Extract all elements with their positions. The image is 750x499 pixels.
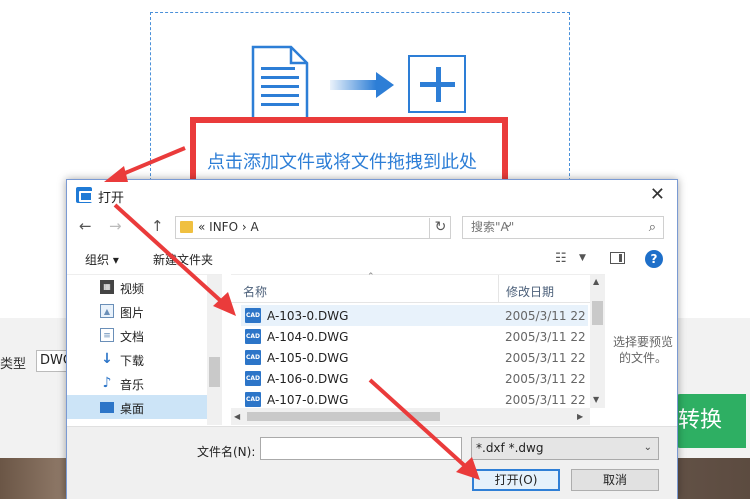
filename-label: 文件名(N): bbox=[197, 445, 256, 459]
column-header-date[interactable]: 修改日期 bbox=[498, 275, 554, 303]
up-arrow-icon[interactable]: ↑ bbox=[151, 217, 164, 235]
help-icon[interactable]: ? bbox=[645, 250, 663, 268]
scroll-left-icon[interactable]: ◀ bbox=[234, 412, 240, 421]
type-label: 类型 bbox=[0, 357, 27, 372]
dialog-titlebar[interactable]: 打开 ✕ bbox=[67, 180, 677, 210]
file-type-select[interactable]: *.dxf *.dwg ⌄ bbox=[471, 437, 659, 460]
navigation-bar: ← → ⌄ ↑ « INFO › A ⌄ ↻ ⌕ bbox=[67, 210, 677, 244]
dialog-app-icon bbox=[76, 187, 93, 203]
column-header: ⌃ 名称 修改日期 bbox=[231, 272, 605, 303]
back-arrow-icon[interactable]: ← bbox=[79, 217, 92, 235]
vertical-scrollbar-thumb[interactable] bbox=[592, 301, 603, 325]
document-icon: ≡ bbox=[100, 328, 114, 342]
convert-button[interactable]: 转换 bbox=[676, 394, 746, 448]
video-icon: ▦ bbox=[100, 280, 114, 294]
file-date: 2005/3/11 22:5 bbox=[505, 372, 587, 386]
document-icon bbox=[251, 45, 309, 121]
file-name: A-105-0.DWG bbox=[267, 351, 349, 365]
file-date: 2005/3/11 22:5 bbox=[505, 351, 587, 365]
file-row[interactable]: CAD A-106-0.DWG 2005/3/11 22:5 bbox=[241, 368, 588, 389]
file-name: A-106-0.DWG bbox=[267, 372, 349, 386]
nav-item-documents[interactable]: ≡ 文档 bbox=[67, 323, 207, 347]
view-dropdown-icon[interactable]: ▼ bbox=[579, 253, 586, 263]
file-name: A-104-0.DWG bbox=[267, 330, 349, 344]
chevron-down-icon: ⌄ bbox=[643, 442, 652, 453]
scroll-up-icon[interactable]: ▲ bbox=[593, 277, 599, 286]
file-type-value: *.dxf *.dwg bbox=[476, 441, 544, 455]
column-header-name[interactable]: 名称 bbox=[243, 283, 267, 300]
nav-item-label: 视频 bbox=[120, 282, 145, 296]
nav-item-downloads[interactable]: ↓ 下载 bbox=[67, 347, 207, 371]
refresh-icon[interactable]: ↻ bbox=[429, 218, 451, 239]
preview-pane-icon[interactable] bbox=[610, 252, 625, 264]
file-date: 2005/3/11 22:5 bbox=[505, 309, 587, 323]
address-path[interactable]: « INFO › A bbox=[198, 220, 259, 234]
cad-file-icon: CAD bbox=[245, 350, 261, 365]
view-options-icon[interactable]: ☷ bbox=[555, 251, 567, 266]
open-file-dialog: 打开 ✕ ← → ⌄ ↑ « INFO › A ⌄ ↻ ⌕ 组织 ▾ 新建文件夹… bbox=[66, 179, 678, 499]
filename-input[interactable] bbox=[260, 437, 462, 460]
nav-scrollbar-thumb[interactable] bbox=[209, 357, 220, 387]
nav-item-music[interactable]: ♪ 音乐 bbox=[67, 371, 207, 395]
file-list: ⌃ 名称 修改日期 CAD A-103-0.DWG 2005/3/11 22:5… bbox=[231, 272, 605, 425]
horizontal-scrollbar-thumb[interactable] bbox=[247, 412, 440, 421]
command-bar: 组织 ▾ 新建文件夹 ☷ ▼ ? bbox=[67, 244, 677, 274]
nav-item-label: 音乐 bbox=[120, 378, 145, 392]
cad-file-icon: CAD bbox=[245, 329, 261, 344]
scroll-down-icon[interactable]: ▼ bbox=[593, 395, 599, 404]
preview-placeholder: 选择要预览的文件。 bbox=[612, 335, 673, 365]
file-row[interactable]: CAD A-105-0.DWG 2005/3/11 22:5 bbox=[241, 347, 588, 368]
nav-item-pictures[interactable]: ▲ 图片 bbox=[67, 299, 207, 323]
add-file-icon[interactable] bbox=[408, 55, 466, 113]
file-row[interactable]: CAD A-103-0.DWG 2005/3/11 22:5 bbox=[241, 305, 588, 326]
add-file-link[interactable]: 点击添加文件或将文件拖拽到此处 bbox=[207, 148, 477, 174]
file-list-horizontal-scrollbar[interactable]: ◀ ▶ bbox=[231, 408, 590, 425]
file-row[interactable]: CAD A-104-0.DWG 2005/3/11 22:5 bbox=[241, 326, 588, 347]
picture-icon: ▲ bbox=[100, 304, 114, 318]
nav-item-label: 下载 bbox=[120, 354, 145, 368]
new-folder-button[interactable]: 新建文件夹 bbox=[153, 251, 213, 268]
open-button[interactable]: 打开(O) bbox=[472, 469, 560, 491]
search-box[interactable]: ⌕ bbox=[462, 216, 664, 239]
arrow-right-icon bbox=[330, 72, 394, 98]
dialog-footer: 文件名(N): *.dxf *.dwg ⌄ 打开(O) 取消 bbox=[67, 426, 677, 499]
cad-file-icon: CAD bbox=[245, 308, 261, 323]
music-icon: ♪ bbox=[102, 375, 112, 391]
nav-scrollbar[interactable] bbox=[207, 275, 222, 425]
desktop-icon bbox=[100, 402, 114, 413]
address-bar[interactable]: « INFO › A ⌄ bbox=[175, 216, 512, 239]
scroll-right-icon[interactable]: ▶ bbox=[577, 412, 583, 421]
file-row[interactable]: CAD A-107-0.DWG 2005/3/11 22:5 bbox=[241, 389, 588, 408]
nav-item-label: 桌面 bbox=[120, 402, 145, 416]
dialog-title: 打开 bbox=[98, 191, 125, 206]
nav-item-video[interactable]: ▦ 视频 bbox=[67, 275, 207, 299]
cad-file-icon: CAD bbox=[245, 392, 261, 407]
file-date: 2005/3/11 22:5 bbox=[505, 330, 587, 344]
file-name: A-107-0.DWG bbox=[267, 393, 349, 407]
sort-ascending-icon: ⌃ bbox=[367, 272, 375, 282]
close-icon[interactable]: ✕ bbox=[650, 184, 665, 205]
nav-item-label: 图片 bbox=[120, 306, 145, 320]
navigation-pane: ▦ 视频 ▲ 图片 ≡ 文档 ↓ 下载 ♪ 音乐 桌面 bbox=[67, 274, 222, 425]
recent-locations-chevron-icon[interactable]: ⌄ bbox=[135, 221, 143, 231]
cancel-button[interactable]: 取消 bbox=[571, 469, 659, 491]
cad-file-icon: CAD bbox=[245, 371, 261, 386]
organize-menu[interactable]: 组织 ▾ bbox=[85, 251, 119, 268]
folder-icon bbox=[180, 221, 193, 233]
file-date: 2005/3/11 22:5 bbox=[505, 393, 587, 407]
preview-pane: 选择要预览的文件。 bbox=[609, 274, 675, 424]
type-select[interactable]: DWG bbox=[36, 350, 68, 372]
search-icon[interactable]: ⌕ bbox=[649, 220, 656, 235]
search-input[interactable] bbox=[471, 220, 631, 234]
nav-item-desktop[interactable]: 桌面 bbox=[67, 395, 207, 419]
download-icon: ↓ bbox=[101, 351, 113, 367]
file-list-vertical-scrollbar[interactable]: ▲ ▼ bbox=[590, 275, 605, 408]
forward-arrow-icon[interactable]: → bbox=[109, 217, 122, 235]
file-name: A-103-0.DWG bbox=[267, 309, 349, 323]
nav-item-label: 文档 bbox=[120, 330, 145, 344]
